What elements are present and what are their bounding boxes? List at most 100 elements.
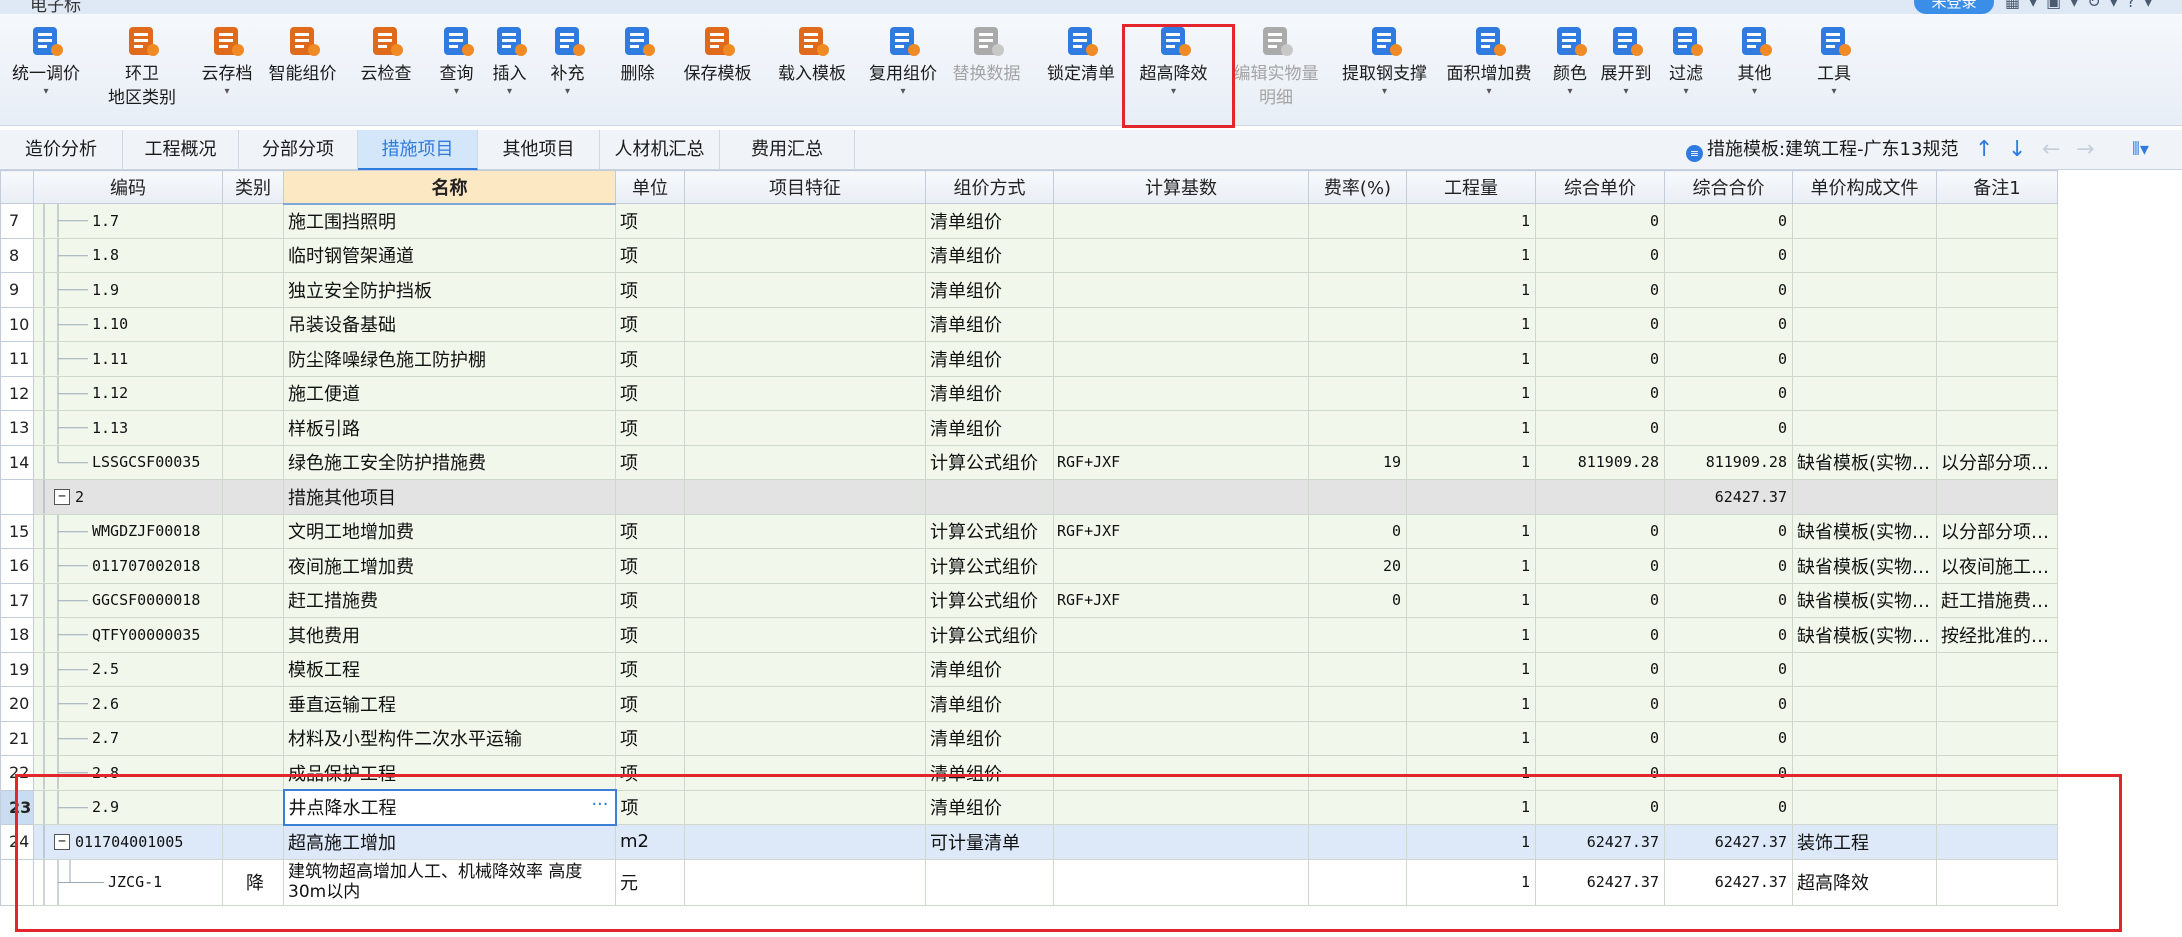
chevron-down-icon[interactable]: ▾	[1433, 86, 1545, 98]
cell-base[interactable]: RGF+JXF	[1053, 513, 1309, 549]
cell-base[interactable]	[1053, 479, 1309, 515]
cell-total[interactable]: 0	[1664, 410, 1793, 446]
cell-total[interactable]: 0	[1664, 617, 1793, 653]
cell-code[interactable]: −2	[33, 479, 223, 515]
cell-unit[interactable]: 项	[615, 548, 685, 584]
tab-1[interactable]: 工程概况	[123, 130, 239, 170]
cell-rate[interactable]	[1308, 720, 1407, 756]
cell-total[interactable]: 0	[1664, 203, 1793, 239]
cell-unit[interactable]: 项	[615, 720, 685, 756]
cell-total[interactable]: 0	[1664, 651, 1793, 687]
chevron-down-icon[interactable]: ▾	[1794, 86, 1874, 98]
cell-note[interactable]	[1936, 341, 2058, 377]
cell-file[interactable]: 缺省模板(实物…	[1792, 548, 1937, 584]
cell-type[interactable]	[222, 341, 284, 377]
col-header-10[interactable]: 综合合价	[1664, 170, 1793, 204]
cell-price[interactable]: 0	[1535, 651, 1665, 687]
cell-type[interactable]	[222, 582, 284, 618]
cell-base[interactable]: RGF+JXF	[1053, 444, 1309, 480]
cell-file[interactable]: 缺省模板(实物…	[1792, 582, 1937, 618]
cell-total[interactable]: 0	[1664, 375, 1793, 411]
cloud-archive-button[interactable]: 云存档 ▾	[192, 22, 262, 98]
cell-base[interactable]	[1053, 341, 1309, 377]
cell-rate[interactable]	[1308, 203, 1407, 239]
cell-name[interactable]: 其他费用	[283, 617, 616, 653]
cell-rate[interactable]	[1308, 686, 1407, 722]
login-button[interactable]: 未登录	[1914, 0, 1994, 14]
table-row[interactable]: 8 1.8 临时钢管架通道项清单组价 1 0 0	[0, 237, 2058, 273]
cell-note[interactable]	[1936, 479, 2058, 515]
cell-note[interactable]	[1936, 203, 2058, 239]
cell-name[interactable]: 吊装设备基础	[283, 306, 616, 342]
cell-rate[interactable]	[1308, 341, 1407, 377]
cell-code[interactable]: 1.7	[33, 203, 223, 239]
cell-total[interactable]: 0	[1664, 720, 1793, 756]
row-number[interactable]: 21	[0, 720, 34, 756]
cell-method[interactable]: 清单组价	[925, 410, 1054, 446]
cell-feature[interactable]	[684, 306, 926, 342]
cell-feature[interactable]	[684, 720, 926, 756]
query-button[interactable]: 查询 ▾	[429, 22, 484, 98]
cell-price[interactable]: 0	[1535, 548, 1665, 584]
cell-file[interactable]: 缺省模板(实物…	[1792, 444, 1937, 480]
cell-unit[interactable]: 项	[615, 375, 685, 411]
cell-name[interactable]: 赶工措施费	[283, 582, 616, 618]
cell-type[interactable]	[222, 306, 284, 342]
cell-type[interactable]	[222, 617, 284, 653]
cell-method[interactable]: 计算公式组价	[925, 548, 1054, 584]
cell-note[interactable]: 以分部分项…	[1936, 513, 2058, 549]
cell-qty[interactable]: 1	[1406, 272, 1536, 308]
row-number[interactable]	[0, 479, 34, 515]
chevron-down-icon[interactable]: ▾	[864, 86, 942, 98]
extract-steel-support-button[interactable]: 提取钢支撑 ▾	[1336, 22, 1433, 98]
table-row[interactable]: 12 1.12 施工便道项清单组价 1 0 0	[0, 375, 2058, 411]
cell-total[interactable]: 0	[1664, 513, 1793, 549]
cell-rate[interactable]	[1308, 375, 1407, 411]
cell-method[interactable]: 清单组价	[925, 272, 1054, 308]
cell-code[interactable]: 1.11	[33, 341, 223, 377]
cell-note[interactable]	[1936, 375, 2058, 411]
cell-file[interactable]	[1792, 720, 1937, 756]
chevron-down-icon[interactable]: ▾	[0, 86, 92, 98]
cell-rate[interactable]	[1308, 410, 1407, 446]
cell-feature[interactable]	[684, 617, 926, 653]
cell-name[interactable]: 临时钢管架通道	[283, 237, 616, 273]
cell-code[interactable]: 1.9	[33, 272, 223, 308]
window-controls-icon[interactable]: ▦▾▣▾↻▾?▾	[2005, 0, 2161, 11]
cell-qty[interactable]: 1	[1406, 582, 1536, 618]
cell-code[interactable]: 2.5	[33, 651, 223, 687]
cell-price[interactable]: 0	[1535, 306, 1665, 342]
cell-type[interactable]	[222, 548, 284, 584]
cell-code[interactable]: WMGDZJF00018	[33, 513, 223, 549]
cell-feature[interactable]	[684, 548, 926, 584]
cell-name[interactable]: 施工便道	[283, 375, 616, 411]
cell-feature[interactable]	[684, 479, 926, 515]
cell-file[interactable]	[1792, 341, 1937, 377]
col-header-9[interactable]: 综合单价	[1535, 170, 1665, 204]
chevron-down-icon[interactable]: ▾	[1715, 86, 1794, 98]
cell-qty[interactable]: 1	[1406, 410, 1536, 446]
cell-file[interactable]	[1792, 686, 1937, 722]
supplement-button[interactable]: 补充 ▾	[535, 22, 600, 98]
cell-unit[interactable]: 项	[615, 203, 685, 239]
cell-method[interactable]: 清单组价	[925, 237, 1054, 273]
cell-note[interactable]	[1936, 720, 2058, 756]
cell-rate[interactable]	[1308, 479, 1407, 515]
filter-button[interactable]: 过滤 ▾	[1657, 22, 1715, 98]
table-row[interactable]: 10 1.10 吊装设备基础项清单组价 1 0 0	[0, 306, 2058, 342]
cell-unit[interactable]: 项	[615, 686, 685, 722]
cell-method[interactable]: 清单组价	[925, 720, 1054, 756]
cell-total[interactable]: 0	[1664, 237, 1793, 273]
table-row[interactable]: 7 1.7 施工围挡照明项清单组价 1 0 0	[0, 203, 2058, 239]
col-header-6[interactable]: 计算基数	[1053, 170, 1309, 204]
cell-code[interactable]: 2.6	[33, 686, 223, 722]
cell-method[interactable]	[925, 479, 1054, 515]
cell-feature[interactable]	[684, 582, 926, 618]
table-row[interactable]: 14 LSSGCSF00035 绿色施工安全防护措施费项计算公式组价 RGF+JXF 1…	[0, 444, 2058, 480]
cell-feature[interactable]	[684, 410, 926, 446]
cell-type[interactable]	[222, 720, 284, 756]
row-number[interactable]: 18	[0, 617, 34, 653]
expand-to-button[interactable]: 展开到 ▾	[1595, 22, 1657, 98]
row-number[interactable]: 12	[0, 375, 34, 411]
cell-total[interactable]: 811909.28	[1664, 444, 1793, 480]
